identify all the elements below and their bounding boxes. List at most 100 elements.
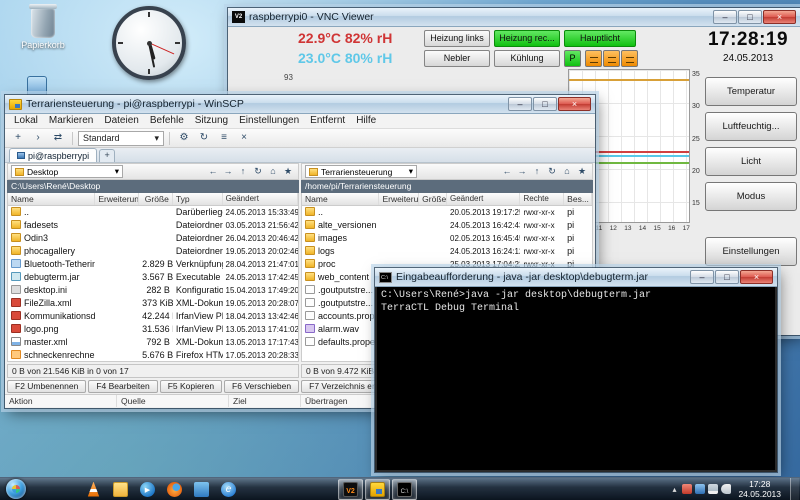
column-header[interactable]: Typ: [173, 193, 223, 205]
file-row[interactable]: schneckenrechner.html 5.676 B Firefox HT…: [8, 349, 298, 362]
file-row[interactable]: Kommunikationsdat... 42.244 B IrfanView …: [8, 310, 298, 323]
taskbar-live-button[interactable]: [189, 479, 214, 500]
minimize-button[interactable]: –: [713, 10, 737, 24]
temperatur-button[interactable]: Temperatur: [705, 77, 797, 106]
sync-icon[interactable]: ⇄: [49, 130, 67, 146]
heizung-links-button[interactable]: Heizung links: [424, 30, 490, 47]
maximize-button[interactable]: □: [533, 97, 557, 111]
remote-path-bar[interactable]: /home/pi/Terrariensteuerung: [301, 180, 593, 193]
licht-button[interactable]: Licht: [705, 147, 797, 176]
taskbar-firefox-button[interactable]: [162, 479, 187, 500]
show-desktop-button[interactable]: [790, 478, 799, 500]
f5-copy-button[interactable]: F5 Kopieren: [160, 380, 222, 393]
file-row[interactable]: logo.png 31.536 B IrfanView PNG... 13.05…: [8, 323, 298, 336]
queue-column-header[interactable]: Quelle: [117, 395, 229, 407]
bookmarks-icon[interactable]: ★: [575, 165, 589, 178]
file-row[interactable]: .. Darüberliegen... 24.05.2013 15:33:49: [8, 206, 298, 219]
refresh-icon[interactable]: ↻: [545, 165, 559, 178]
hidden-icons-arrow[interactable]: ▴: [669, 485, 679, 494]
file-row[interactable]: Bluetooth-Tethering.l... 2.829 B Verknüp…: [8, 258, 298, 271]
file-row[interactable]: images 02.05.2013 16:45:45 rwxr-xr-x pi: [302, 232, 592, 245]
refresh-icon[interactable]: ↻: [195, 130, 213, 146]
column-header[interactable]: Größe: [139, 193, 173, 205]
tray-icon-blue[interactable]: [695, 484, 705, 494]
start-button[interactable]: [6, 479, 26, 499]
winscp-titlebar[interactable]: Terrariensteuerung - pi@raspberrypi - Wi…: [5, 95, 595, 114]
column-header[interactable]: Name: [302, 193, 379, 205]
taskbar-explorer-button[interactable]: [108, 479, 133, 500]
tray-icon-red[interactable]: [682, 484, 692, 494]
remote-drive-combo[interactable]: Terrariensteuerung ▾: [305, 165, 417, 178]
menu-item[interactable]: Lokal: [9, 115, 43, 126]
console-icon[interactable]: ›: [29, 130, 47, 146]
transfer-profile-combo[interactable]: Standard ▾: [78, 131, 164, 146]
taskbar-winscp-button[interactable]: [365, 479, 390, 500]
queue-icon[interactable]: ≡: [215, 130, 233, 146]
taskbar-vlc-button[interactable]: [81, 479, 106, 500]
f6-move-button[interactable]: F6 Verschieben: [224, 380, 299, 393]
maximize-button[interactable]: □: [738, 10, 762, 24]
column-header[interactable]: Erweiterung: [95, 193, 139, 205]
queue-column-header[interactable]: Ziel: [229, 395, 301, 407]
column-header[interactable]: Größe: [419, 193, 447, 205]
tray-network-icon[interactable]: [708, 484, 718, 494]
forward-icon[interactable]: →: [515, 165, 529, 178]
local-path-bar[interactable]: C:\Users\René\Desktop: [7, 180, 299, 193]
menu-item[interactable]: Markieren: [44, 115, 98, 126]
orange-button-2[interactable]: [603, 50, 620, 67]
parent-dir-icon[interactable]: ↑: [236, 165, 250, 178]
f2-rename-button[interactable]: F2 Umbenennen: [7, 380, 86, 393]
column-header[interactable]: Erweiterung: [379, 193, 419, 205]
file-row[interactable]: alte_versionen 24.05.2013 16:42:43 rwxr-…: [302, 219, 592, 232]
taskbar-clock[interactable]: 17:28 24.05.2013: [734, 479, 785, 499]
minimize-button[interactable]: –: [690, 270, 714, 284]
refresh-icon[interactable]: ↻: [251, 165, 265, 178]
heizung-rechts-button[interactable]: Heizung rec...: [494, 30, 560, 47]
kuehlung-button[interactable]: Kühlung: [494, 50, 560, 67]
close-button[interactable]: ×: [763, 10, 796, 24]
close-button[interactable]: ×: [558, 97, 591, 111]
terminal-output[interactable]: C:\Users\René>java -jar desktop\debugter…: [377, 287, 775, 470]
preset-button[interactable]: P: [564, 50, 581, 67]
maximize-button[interactable]: □: [715, 270, 739, 284]
local-drive-combo[interactable]: Desktop ▾: [11, 165, 123, 178]
f4-edit-button[interactable]: F4 Bearbeiten: [88, 380, 157, 393]
luftfeuchtigkeit-button[interactable]: Luftfeuchtig...: [705, 112, 797, 141]
home-icon[interactable]: ⌂: [266, 165, 280, 178]
taskbar-vnc-viewer-button[interactable]: [338, 479, 363, 500]
menu-item[interactable]: Einstellungen: [234, 115, 304, 126]
cmd-titlebar[interactable]: Eingabeaufforderung - java -jar desktop\…: [375, 268, 777, 287]
file-row[interactable]: FileZilla.xml 373 KiB XML-Dokument 19.05…: [8, 297, 298, 310]
menu-item[interactable]: Entfernt: [305, 115, 350, 126]
home-icon[interactable]: ⌂: [560, 165, 574, 178]
nebler-button[interactable]: Nebler: [424, 50, 490, 67]
forward-icon[interactable]: →: [221, 165, 235, 178]
queue-column-header[interactable]: Übertragen: [301, 395, 385, 407]
einstellungen-button[interactable]: Einstellungen: [705, 237, 797, 266]
file-row[interactable]: phocagallery Dateiordner 19.05.2013 20:0…: [8, 245, 298, 258]
recycle-bin-icon[interactable]: Papierkorb: [14, 8, 72, 50]
transfer-settings-icon[interactable]: ⚙: [175, 130, 193, 146]
column-header[interactable]: Geändert: [447, 193, 520, 205]
vnc-titlebar[interactable]: V2 raspberrypi0 - VNC Viewer – □ ×: [228, 8, 800, 27]
hauptlicht-button[interactable]: Hauptlicht: [564, 30, 636, 47]
queue-column-header[interactable]: Aktion: [5, 395, 117, 407]
column-header[interactable]: Name: [8, 193, 95, 205]
menu-item[interactable]: Hilfe: [351, 115, 381, 126]
column-header[interactable]: Bes...: [564, 193, 592, 205]
file-row[interactable]: .. 20.05.2013 19:17:25 rwxr-xr-x pi: [302, 206, 592, 219]
taskbar-cmd-button[interactable]: [392, 479, 417, 500]
minimize-button[interactable]: –: [508, 97, 532, 111]
parent-dir-icon[interactable]: ↑: [530, 165, 544, 178]
session-tab[interactable]: pi@raspberrypi: [9, 148, 97, 162]
file-row[interactable]: master.xml 792 B XML-Dokument 13.05.2013…: [8, 336, 298, 349]
taskbar-media-player-button[interactable]: [135, 479, 160, 500]
column-header[interactable]: Rechte: [520, 193, 564, 205]
close-button[interactable]: ×: [740, 270, 773, 284]
column-header[interactable]: Geändert: [223, 193, 298, 205]
new-session-icon[interactable]: +: [9, 130, 27, 146]
menu-item[interactable]: Sitzung: [190, 115, 233, 126]
file-row[interactable]: debugterm.jar 3.567 B Executable Jar ...…: [8, 271, 298, 284]
delete-icon[interactable]: ×: [235, 130, 253, 146]
file-row[interactable]: fadesets Dateiordner 03.05.2013 21:56:42: [8, 219, 298, 232]
